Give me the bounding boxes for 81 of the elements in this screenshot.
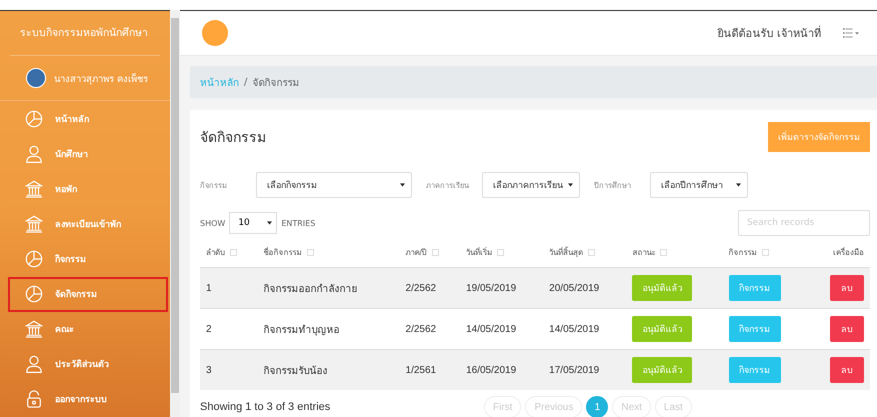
breadcrumb-link[interactable]: หน้าหลัก (200, 74, 239, 90)
table-cell: 14/05/2019 (549, 324, 600, 334)
page-size-select[interactable]: 10 (229, 212, 278, 234)
status-button[interactable]: อนุมัติแล้ว (632, 316, 692, 342)
activity-button[interactable]: กิจกรรม (728, 275, 781, 301)
table-cell: 1/2561 (406, 364, 436, 376)
status-button[interactable]: อนุมัติแล้ว (632, 357, 692, 383)
pie-chart-icon (25, 250, 43, 268)
table-cell: 1 (206, 282, 212, 294)
filter-select[interactable]: เลือกภาคการเรียน (482, 172, 580, 198)
table-cell: 3 (206, 364, 212, 376)
breadcrumb-separator: / (244, 76, 248, 88)
sidebar-item[interactable]: นักศึกษา (0, 136, 170, 172)
column-header[interactable]: ลำดับ (206, 248, 225, 257)
sort-icon[interactable] (306, 249, 314, 256)
table-cell: กิจกรรมรับน้อง (264, 366, 328, 376)
table-cell: กิจกรรมทำบุญหอ (264, 324, 340, 336)
delete-button[interactable]: ลบ (830, 357, 864, 383)
sort-icon[interactable] (432, 249, 439, 256)
sidebar-item[interactable]: ประวัติส่วนตัว (0, 346, 170, 382)
entries-info: Showing 1 to 3 of 3 entries (200, 401, 332, 413)
delete-button[interactable]: ลบ (830, 275, 864, 301)
activity-button[interactable]: กิจกรรม (728, 316, 781, 342)
column-header[interactable]: เครื่องมือ (833, 248, 864, 257)
avatar (26, 68, 46, 88)
logo-circle (202, 20, 228, 46)
column-header[interactable]: วันที่สิ้นสุด (549, 248, 584, 257)
pie-chart-icon (25, 110, 43, 128)
show-label: SHOW (200, 218, 226, 228)
welcome-text: ยินดีต้อนรับ เจ้าหน้าที่ (718, 24, 821, 42)
sidebar-item[interactable]: จัดกิจกรรม (8, 276, 168, 312)
sort-icon[interactable] (230, 249, 237, 256)
table-cell: 14/05/2019 (466, 324, 516, 334)
user-icon (25, 355, 43, 374)
column-header[interactable]: ภาค/ปี (406, 248, 427, 257)
filter-select[interactable]: เลือกปีการศึกษา (650, 172, 748, 198)
entries-label: ENTRIES (281, 218, 316, 228)
column-header[interactable]: วันที่เริ่ม (466, 248, 492, 257)
sort-icon[interactable] (762, 249, 769, 256)
app-title: ระบบกิจกรรมหอพักนักศึกษา (10, 10, 160, 56)
sidebar-item[interactable]: ออกจากระบบ (0, 382, 170, 417)
pagination-button[interactable]: 1 (586, 396, 608, 417)
sort-icon[interactable] (588, 249, 596, 256)
user-icon (25, 144, 43, 163)
lock-icon (25, 390, 43, 408)
activity-button[interactable]: กิจกรรม (728, 357, 781, 383)
add-schedule-button[interactable]: เพิ่มตารางจัดกิจกรรม (768, 122, 870, 152)
caret-icon (736, 183, 741, 187)
table-cell: 2 (206, 324, 212, 334)
bank-icon (25, 214, 43, 233)
sidebar-item[interactable]: หน้าหลัก (0, 101, 170, 136)
caret-icon (568, 183, 573, 187)
delete-button[interactable]: ลบ (830, 316, 864, 342)
caret-icon (267, 221, 272, 225)
table-cell: 20/05/2019 (549, 282, 600, 294)
sidebar-item[interactable]: กิจกรรม (0, 241, 170, 277)
filter-select[interactable]: เลือกกิจกรรม (256, 172, 412, 198)
sidebar-item[interactable]: คณะ (0, 312, 170, 347)
scrollbar[interactable] (171, 18, 179, 393)
table-cell: 16/05/2019 (466, 364, 516, 376)
sidebar-item[interactable]: หอพัก (0, 171, 170, 206)
table-cell: 2/2562 (406, 324, 436, 334)
table-cell: 17/05/2019 (549, 364, 600, 376)
table-cell: 2/2562 (406, 282, 436, 294)
list-menu-icon[interactable] (843, 28, 859, 38)
column-header[interactable]: สถานะ (632, 248, 656, 257)
breadcrumb-current: จัดกิจกรรม (252, 76, 300, 90)
status-button[interactable]: อนุมัติแล้ว (632, 275, 692, 301)
table-cell: 19/05/2019 (466, 282, 516, 294)
pie-chart-icon (25, 285, 43, 304)
sort-icon[interactable] (497, 249, 504, 256)
column-header[interactable]: กิจกรรม (728, 248, 757, 257)
sort-icon[interactable] (660, 249, 668, 256)
bank-icon (25, 320, 43, 338)
sidebar-item[interactable]: ลงทะเบียนเข้าพัก (0, 206, 170, 242)
table-cell: กิจกรรมออกกำลังกาย (264, 284, 358, 294)
user-name: นางสาวสุภาพร คงเพ็ชร (54, 72, 148, 86)
page-title: จัดกิจกรรม (200, 129, 266, 148)
bank-icon (25, 180, 43, 198)
column-header[interactable]: ชื่อกิจกรรม (264, 248, 302, 257)
caret-icon (400, 183, 405, 187)
